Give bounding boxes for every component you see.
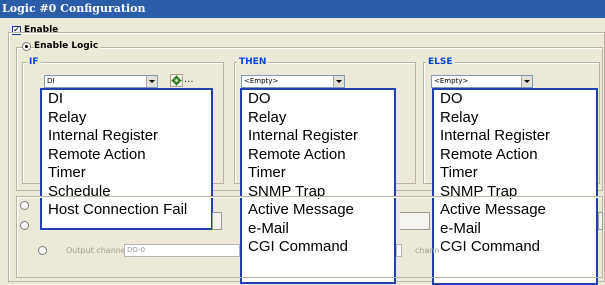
other-options-group (16, 196, 603, 278)
list-item[interactable]: Remote Action (440, 146, 596, 165)
channel-label-partial: chann (415, 246, 440, 255)
list-item[interactable]: Relay (248, 109, 394, 128)
window-title: Logic #0 Configuration (0, 0, 605, 18)
output-channel-radio[interactable] (38, 246, 47, 255)
hidden-control-edge[interactable] (400, 212, 430, 230)
if-select-value: DI (47, 77, 55, 85)
list-item[interactable]: Internal Register (48, 127, 211, 146)
enable-logic-radio[interactable] (22, 42, 31, 51)
list-item[interactable]: Relay (48, 109, 211, 128)
chevron-down-icon[interactable] (521, 76, 532, 87)
else-legend: ELSE (426, 56, 455, 68)
if-condition-select[interactable]: DI (44, 75, 158, 88)
output-channel-label: Output channel (66, 246, 128, 255)
list-item[interactable]: Relay (440, 109, 596, 128)
then-legend: THEN (237, 56, 269, 68)
settings-icon[interactable] (170, 74, 183, 87)
list-item[interactable]: Timer (248, 164, 394, 183)
list-item[interactable]: Remote Action (48, 146, 211, 165)
hidden-field-edge[interactable] (396, 244, 402, 257)
list-item[interactable]: Timer (48, 164, 211, 183)
then-select-value: <Empty> (244, 77, 279, 85)
hidden-button-edge[interactable] (212, 212, 222, 230)
list-item[interactable]: DO (440, 90, 596, 109)
chevron-down-icon[interactable] (333, 76, 344, 87)
then-action-select[interactable]: <Empty> (241, 75, 345, 88)
option-radio-2[interactable] (20, 221, 29, 230)
output-channel-select[interactable]: DO-0 (124, 244, 240, 257)
option-radio-1[interactable] (20, 201, 29, 210)
list-item[interactable]: Remote Action (248, 146, 394, 165)
else-select-value: <Empty> (434, 77, 469, 85)
list-item[interactable]: Internal Register (248, 127, 394, 146)
enable-logic-label: Enable Logic (34, 41, 101, 52)
list-item[interactable]: Internal Register (440, 127, 596, 146)
list-item[interactable]: DO (248, 90, 394, 109)
else-action-select[interactable]: <Empty> (431, 75, 533, 88)
config-panel: ✓ Enable Enable Logic IF DI ... DI Relay… (0, 18, 605, 285)
hidden-edge-right[interactable] (598, 212, 603, 230)
if-browse-button[interactable]: ... (184, 74, 194, 86)
list-item[interactable]: Timer (440, 164, 596, 183)
if-legend: IF (27, 56, 41, 68)
chevron-down-icon[interactable] (146, 76, 157, 87)
list-item[interactable]: DI (48, 90, 211, 109)
